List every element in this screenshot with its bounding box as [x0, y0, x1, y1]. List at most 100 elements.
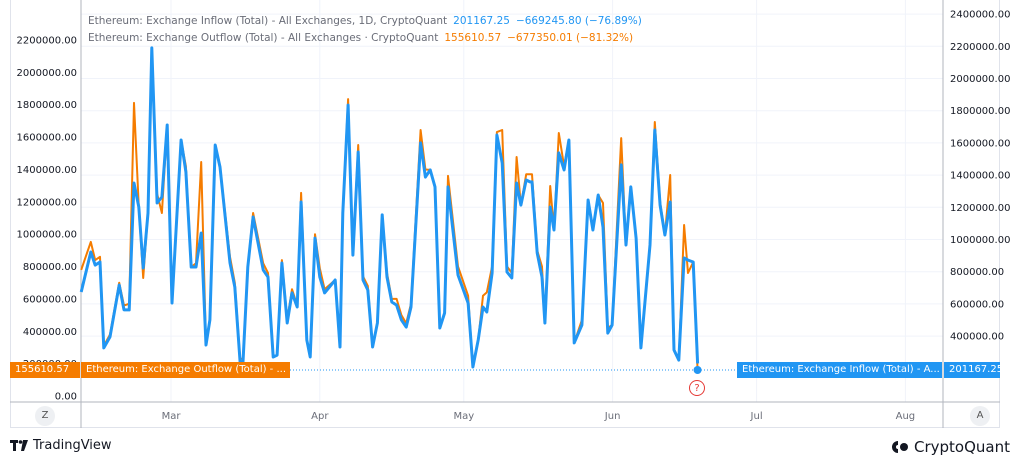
outflow-data-point	[300, 192, 302, 194]
inflow-data-point	[587, 199, 589, 201]
left-tick-label: 800000.00	[23, 262, 77, 273]
inflow-data-point	[281, 262, 283, 264]
inflow-data-point	[444, 312, 446, 314]
legend-inflow[interactable]: Ethereum: Exchange Inflow (Total) - All …	[88, 15, 642, 27]
inflow-data-point	[501, 162, 503, 164]
inflow-data-point	[697, 362, 699, 364]
inflow-data-point	[516, 182, 518, 184]
line-chart[interactable]: MarAprMayJunJulAug 0.00200000.00400000.0…	[0, 0, 1024, 465]
outflow-data-point	[669, 174, 671, 176]
inflow-data-point	[678, 359, 680, 361]
inflow-data-point	[118, 284, 120, 286]
x-tick-label: Jun	[604, 411, 621, 422]
auto-scale-right-button[interactable]: A	[970, 406, 990, 426]
inflow-data-point	[291, 292, 293, 294]
inflow-data-point	[439, 327, 441, 329]
inflow-data-point	[306, 339, 308, 341]
grid	[81, 0, 943, 402]
inflow-data-point	[568, 139, 570, 141]
inflow-data-point	[347, 104, 349, 106]
outflow-data-point	[501, 129, 503, 131]
outflow-series-line[interactable]	[80, 46, 699, 371]
inflow-data-point	[496, 134, 498, 136]
question-marker-icon[interactable]: ?	[689, 380, 705, 396]
inflow-data-point	[99, 261, 101, 263]
inflow-data-point	[94, 264, 96, 266]
inflow-data-point	[252, 216, 254, 218]
inflow-data-point	[625, 244, 627, 246]
inflow-data-point	[190, 266, 192, 268]
tradingview-brand[interactable]: TradingView	[10, 438, 112, 453]
left-tick-label: 1600000.00	[17, 133, 77, 144]
inflow-data-point	[309, 356, 311, 358]
outflow-data-point	[620, 137, 622, 139]
inflow-data-point	[654, 129, 656, 131]
inflow-data-point	[171, 302, 173, 304]
outflow-data-point	[200, 161, 202, 163]
outflow-data-point	[133, 102, 135, 104]
left-y-axis: 0.00200000.00400000.00600000.00800000.00…	[17, 36, 77, 403]
inflow-data-point	[544, 322, 546, 324]
left-tick-label: 600000.00	[23, 294, 77, 305]
inflow-data-point	[405, 326, 407, 328]
inflow-data-point	[472, 366, 474, 368]
inflow-data-point	[334, 279, 336, 281]
inflow-data-point	[339, 346, 341, 348]
inflow-data-point	[180, 139, 182, 141]
inflow-data-point	[457, 274, 459, 276]
outflow-data-point	[99, 256, 101, 258]
legend-inflow-title: Ethereum: Exchange Inflow (Total) - All …	[88, 15, 448, 27]
outflow-data-point	[683, 224, 685, 226]
inflow-data-point	[200, 232, 202, 234]
inflow-data-point	[324, 292, 326, 294]
outflow-data-point	[357, 144, 359, 146]
outflow-data-point	[525, 173, 527, 175]
inflow-data-point	[391, 301, 393, 303]
inflow-series-label: Ethereum: Exchange Inflow (Total) - A...	[737, 362, 942, 378]
inflow-data-point	[267, 276, 269, 278]
inflow-data-point	[434, 186, 436, 188]
right-tick-label: 1000000.00	[950, 235, 1010, 246]
outflow-data-point	[531, 173, 533, 175]
outflow-data-point	[602, 202, 604, 204]
inflow-data-point	[611, 324, 613, 326]
inflow-data-point	[420, 142, 422, 144]
right-tick-label: 2200000.00	[950, 42, 1010, 53]
inflow-data-point	[138, 206, 140, 208]
inflow-data-point	[319, 276, 321, 278]
auto-scale-left-button[interactable]: Z	[35, 406, 55, 426]
outflow-data-point	[90, 241, 92, 243]
x-tick-label: Apr	[311, 411, 329, 422]
inflow-data-point	[673, 349, 675, 351]
inflow-data-point	[536, 252, 538, 254]
inflow-data-point	[376, 322, 378, 324]
inflow-data-point	[447, 186, 449, 188]
inflow-data-point	[531, 181, 533, 183]
cryptoquant-brand[interactable]: CryptoQuant	[891, 438, 1010, 456]
legend-outflow-title: Ethereum: Exchange Outflow (Total) - All…	[88, 32, 439, 44]
inflow-data-point	[109, 336, 111, 338]
legend-outflow[interactable]: Ethereum: Exchange Outflow (Total) - All…	[88, 32, 633, 44]
inflow-data-point	[229, 262, 231, 264]
cryptoquant-logo-icon	[892, 441, 908, 453]
inflow-data-point	[128, 309, 130, 311]
inflow-data-point	[683, 257, 685, 259]
inflow-data-point	[272, 356, 274, 358]
outflow-data-point	[291, 288, 293, 290]
inflow-data-point	[133, 182, 135, 184]
inflow-data-point	[151, 47, 153, 49]
left-tick-label: 1200000.00	[17, 197, 77, 208]
inflow-data-point	[142, 267, 144, 269]
legend-inflow-change: −669245.80 (−76.89%)	[515, 15, 642, 27]
inflow-data-point	[396, 304, 398, 306]
right-y-axis: 400000.00 600000.00 800000.00 1000000.00 120…	[950, 10, 1010, 343]
inflow-data-point	[511, 277, 513, 279]
inflow-data-point	[630, 186, 632, 188]
outflow-data-point	[118, 282, 120, 284]
inflow-data-point	[209, 319, 211, 321]
inflow-data-point	[214, 144, 216, 146]
inflow-data-point	[541, 276, 543, 278]
inflow-data-point	[352, 254, 354, 256]
inflow-data-point	[597, 194, 599, 196]
inflow-data-point	[400, 319, 402, 321]
